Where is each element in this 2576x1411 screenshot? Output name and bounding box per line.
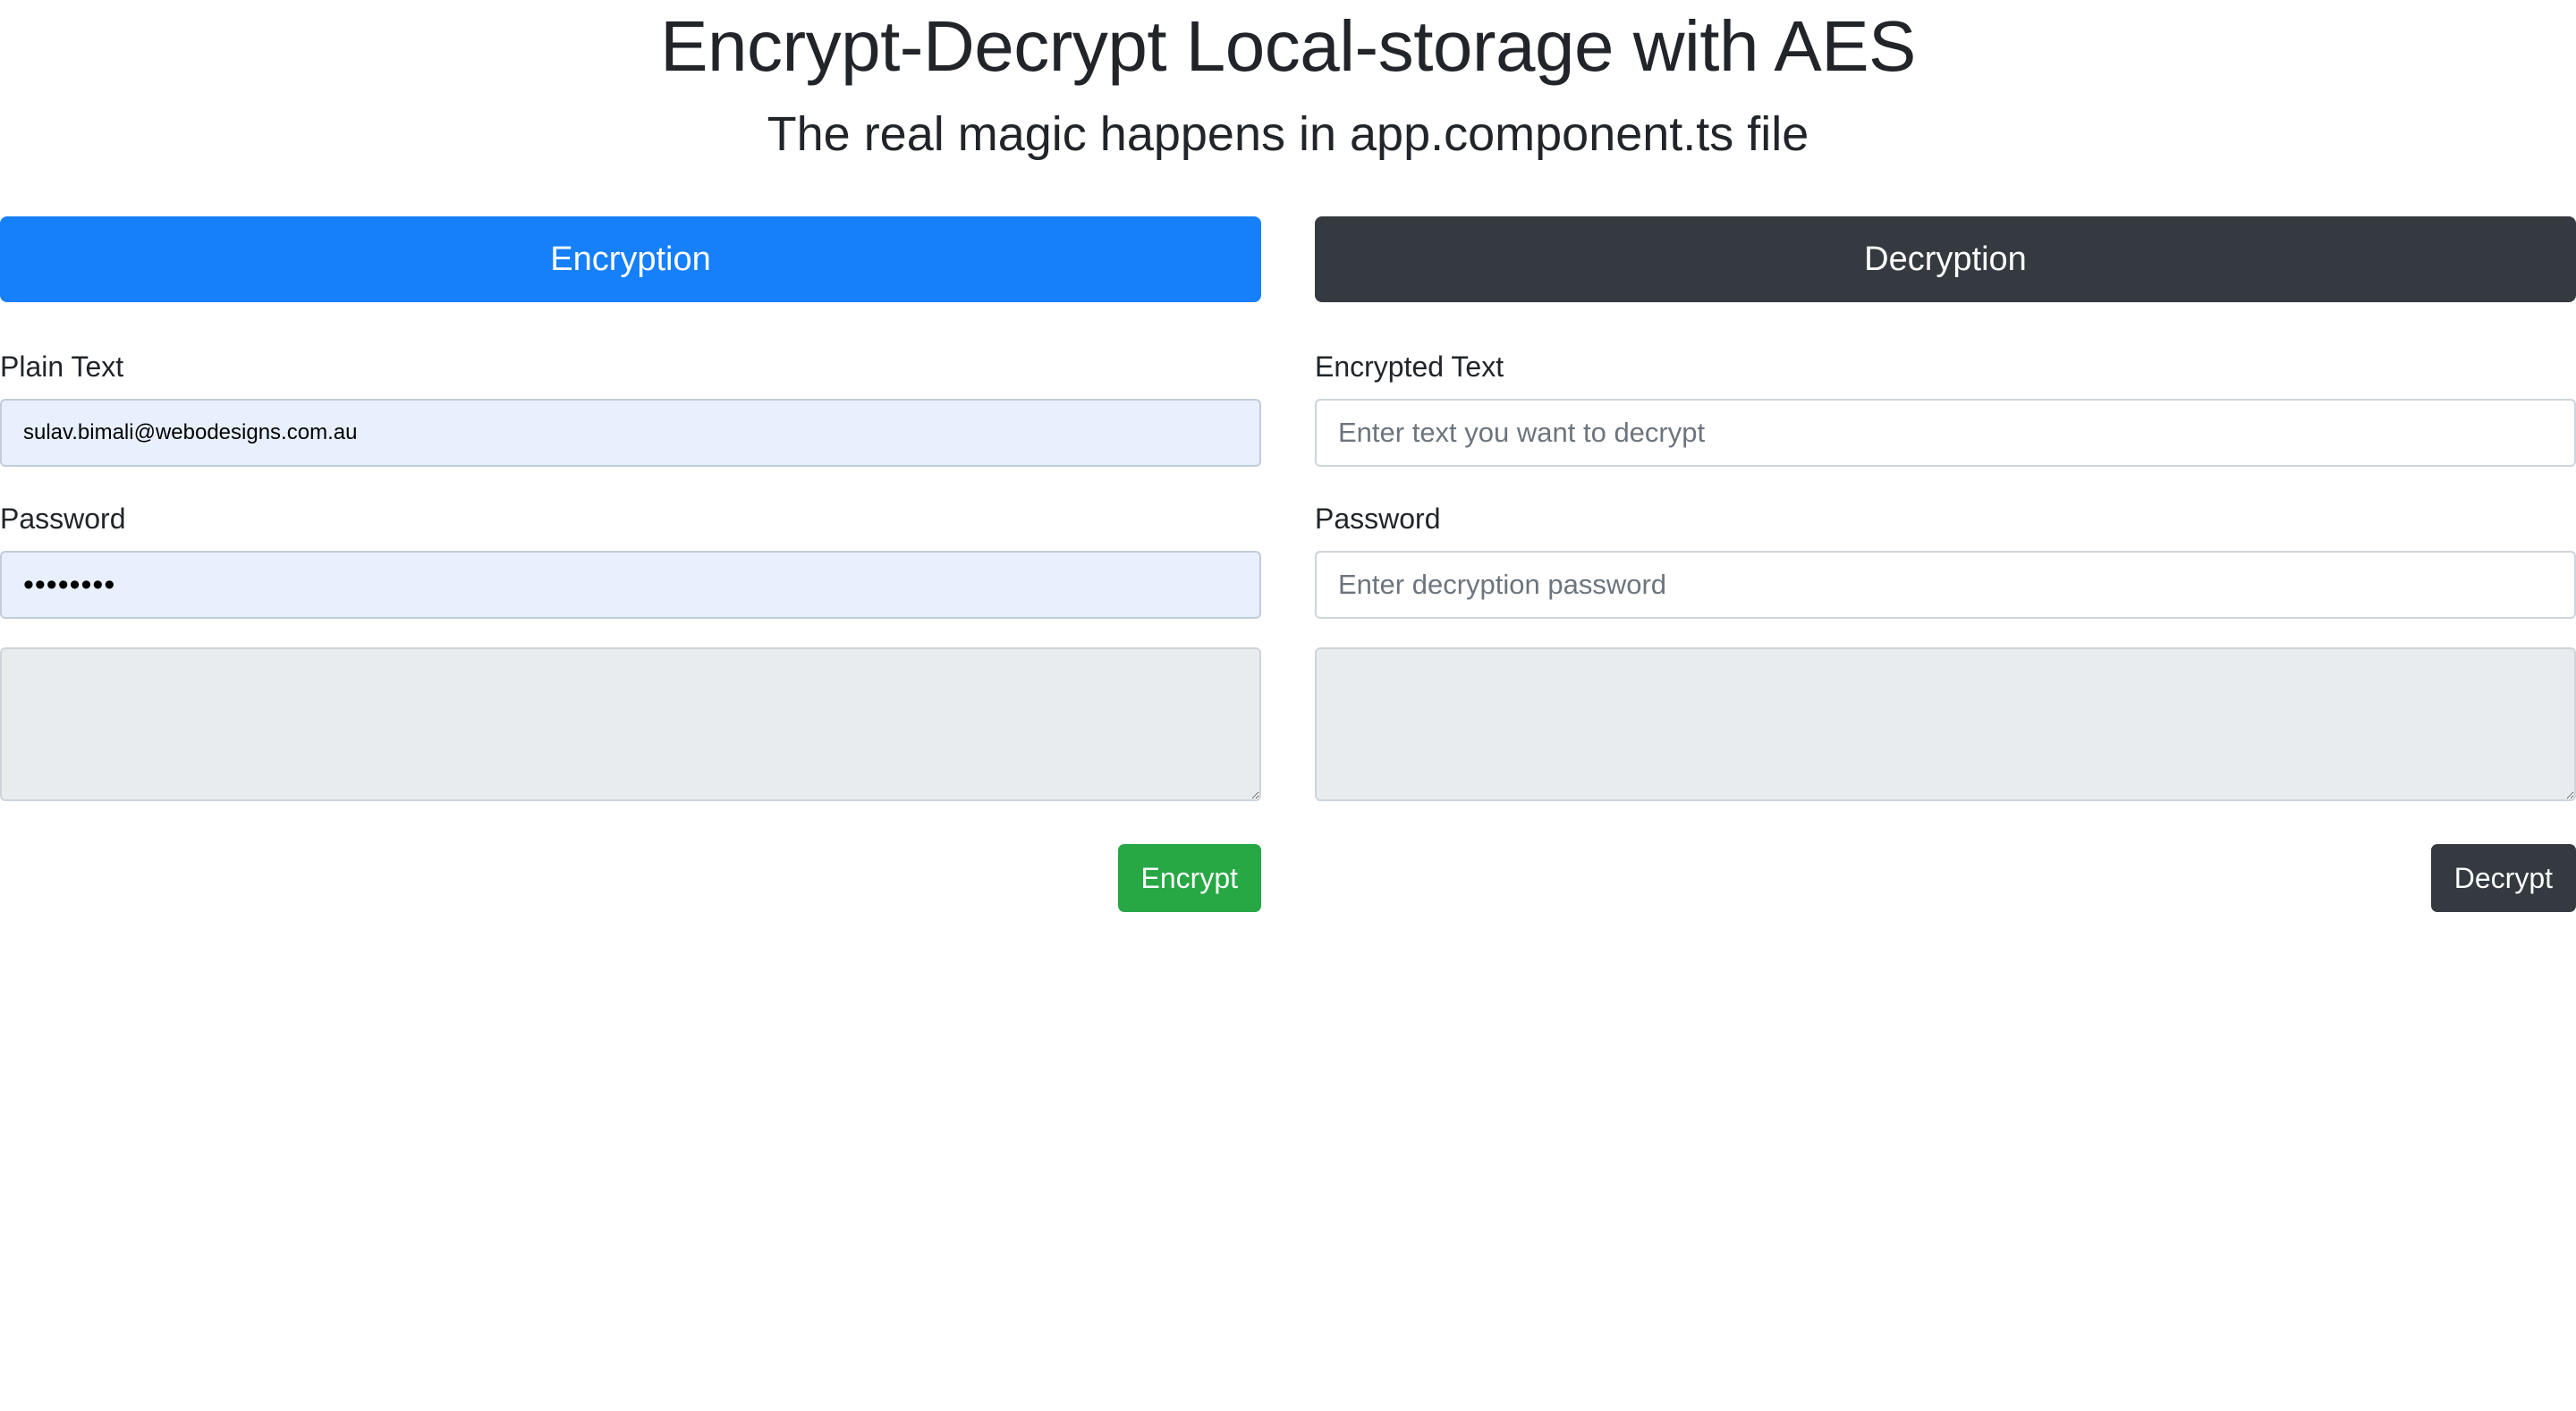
encrypt-button[interactable]: Encrypt (1117, 844, 1261, 912)
encrypted-text-label: Encrypted Text (1315, 351, 1504, 383)
decrypt-button-row: Decrypt (1315, 844, 2576, 912)
columns: Encryption Plain Text Password Encrypt D… (0, 216, 2576, 932)
encryption-password-label: Password (0, 503, 126, 535)
decryption-password-input[interactable] (1315, 551, 2576, 619)
plain-text-input[interactable] (0, 399, 1261, 467)
page-title: Encrypt-Decrypt Local-storage with AES (660, 6, 1916, 86)
encryption-password-input[interactable] (0, 551, 1261, 619)
decrypted-output-textarea[interactable] (1315, 647, 2576, 801)
decryption-password-label: Password (1315, 503, 1441, 535)
plain-text-label: Plain Text (0, 351, 124, 383)
decryption-banner: Decryption (1315, 216, 2576, 302)
encrypted-output-textarea[interactable] (0, 647, 1261, 801)
decryption-panel: Decryption Encrypted Text Password Decry… (1315, 216, 2576, 912)
page: Encrypt-Decrypt Local-storage with AES T… (0, 0, 2576, 1411)
encryption-banner: Encryption (0, 216, 1261, 302)
decrypt-button[interactable]: Decrypt (2430, 844, 2576, 912)
encrypted-text-input[interactable] (1315, 399, 2576, 467)
page-subtitle: The real magic happens in app.component.… (767, 107, 1809, 161)
encryption-panel: Encryption Plain Text Password Encrypt (0, 216, 1261, 912)
heading-block: Encrypt-Decrypt Local-storage with AES T… (0, 0, 2576, 163)
encrypt-button-row: Encrypt (0, 844, 1261, 912)
